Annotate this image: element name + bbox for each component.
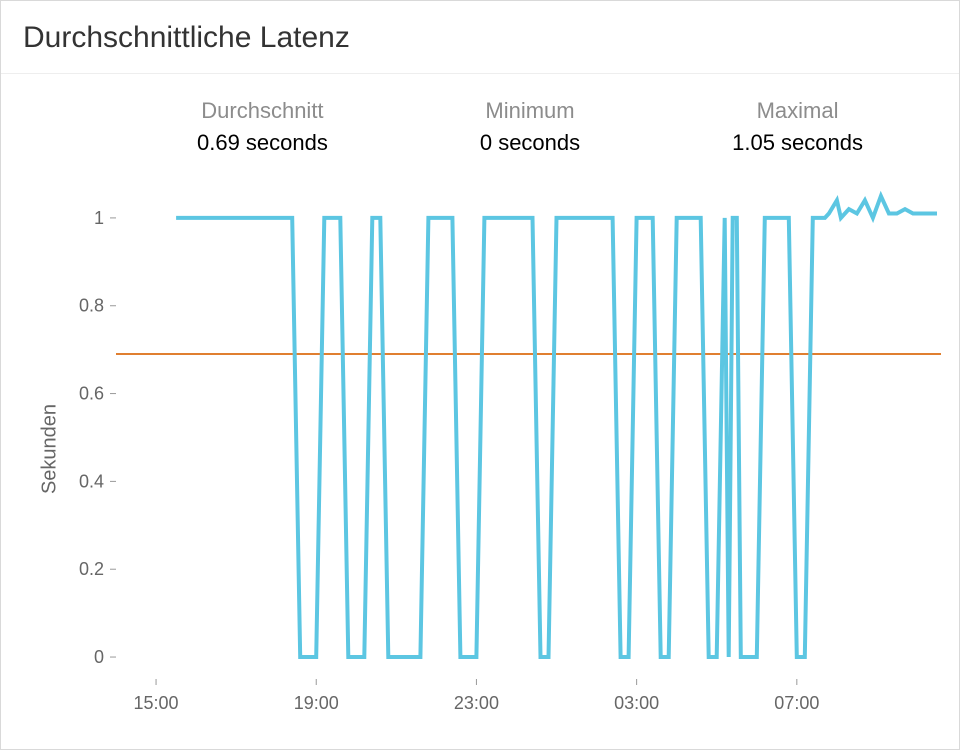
x-tick-label: 19:00 [294, 693, 339, 713]
latency-chart: 0 0.2 0.4 0.6 0.8 1 15:00 19:00 23:00 03:00 07:00 [1, 164, 960, 734]
stat-maximum-value: 1.05 seconds [732, 130, 863, 156]
y-tick-label: 0 [94, 647, 104, 667]
stat-average-value: 0.69 seconds [197, 130, 328, 156]
summary-stats: Durchschnitt 0.69 seconds Minimum 0 seco… [1, 74, 959, 164]
x-tick-label: 07:00 [774, 693, 819, 713]
stat-minimum-label: Minimum [480, 98, 580, 124]
y-tick-label: 1 [94, 208, 104, 228]
stat-maximum-label: Maximal [732, 98, 863, 124]
stat-average: Durchschnitt 0.69 seconds [197, 98, 328, 156]
latency-card: Durchschnittliche Latenz Durchschnitt 0.… [0, 0, 960, 750]
plot-area: Sekunden 0 0.2 0.4 0.6 0.8 1 15:00 19:00 23:00 03… [1, 164, 959, 734]
stat-average-label: Durchschnitt [197, 98, 328, 124]
x-tick-label: 15:00 [134, 693, 179, 713]
y-axis-label: Sekunden [39, 404, 62, 494]
y-tick-label: 0.4 [79, 471, 104, 491]
y-tick-label: 0.8 [79, 296, 104, 316]
stat-minimum: Minimum 0 seconds [480, 98, 580, 156]
y-tick-label: 0.2 [79, 559, 104, 579]
chart-title: Durchschnittliche Latenz [1, 1, 959, 74]
stat-minimum-value: 0 seconds [480, 130, 580, 156]
x-tick-label: 03:00 [614, 693, 659, 713]
x-tick-label: 23:00 [454, 693, 499, 713]
stat-maximum: Maximal 1.05 seconds [732, 98, 863, 156]
y-tick-label: 0.6 [79, 384, 104, 404]
latency-series-line [176, 196, 937, 657]
